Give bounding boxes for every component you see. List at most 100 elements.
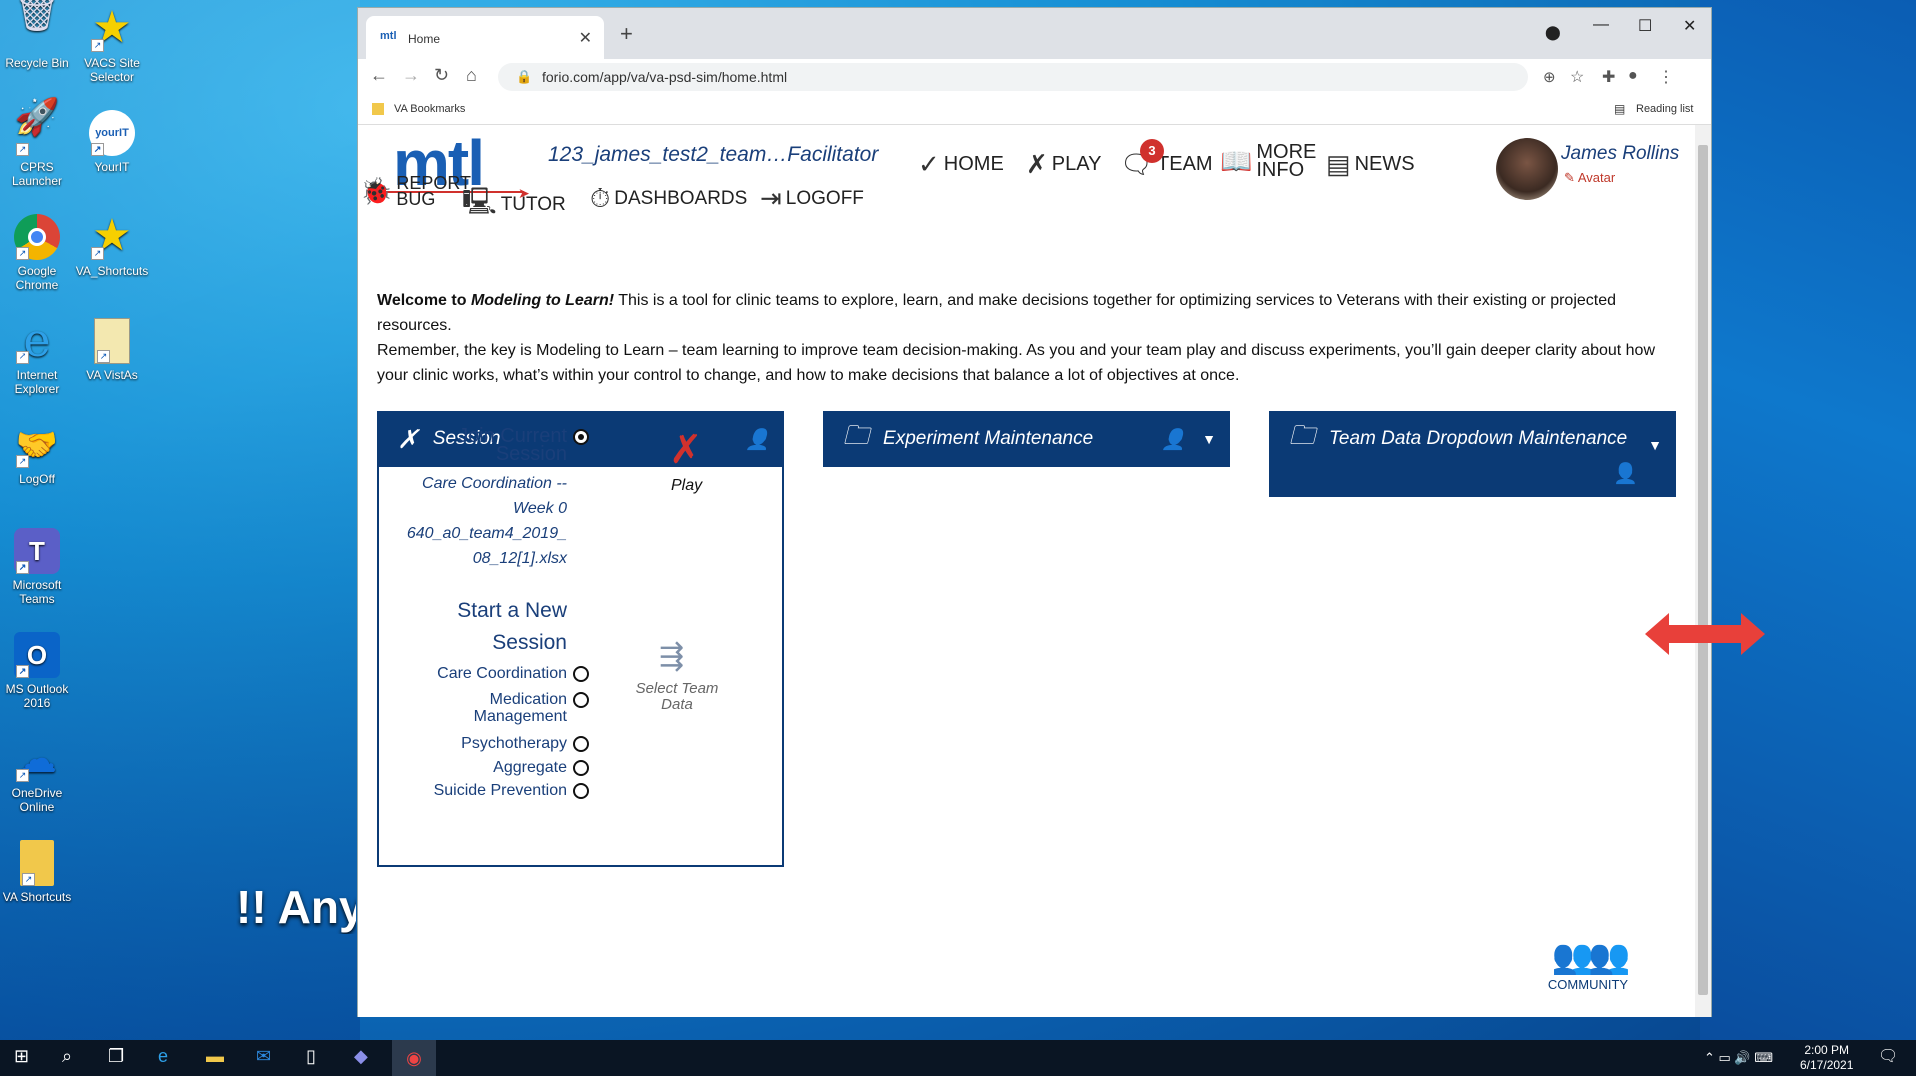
- nav-report-bug[interactable]: 🐞 REPORT BUG: [360, 174, 471, 208]
- recycle-bin-shortcut[interactable]: 🗑 Recycle Bin: [0, 0, 74, 70]
- forward-icon[interactable]: →: [402, 65, 420, 86]
- start-windows-icon[interactable]: ⊞: [14, 1046, 29, 1067]
- nav-play[interactable]: ✗ PLAY: [1026, 149, 1101, 180]
- onedrive-shortcut[interactable]: ☁ ↗ OneDrive Online: [0, 736, 74, 814]
- folder-icon: [372, 103, 384, 115]
- file-explorer-icon[interactable]: ▬: [206, 1046, 224, 1067]
- close-tab-icon[interactable]: ✕: [579, 28, 592, 48]
- psychotherapy-radio[interactable]: [573, 736, 589, 752]
- va-shortcuts-star-shortcut[interactable]: ★ ↗ VA_Shortcuts: [75, 211, 149, 279]
- dashboard-gauge-icon: ⏱: [590, 183, 611, 213]
- star-icon: ★ ↗: [91, 3, 132, 52]
- reload-icon[interactable]: ↻: [434, 65, 449, 86]
- internet-explorer-shortcut[interactable]: e ↗ Internet Explorer: [0, 317, 74, 396]
- community-button[interactable]: 👥👥 COMMUNITY: [1538, 937, 1638, 992]
- join-session-radio[interactable]: [573, 429, 589, 445]
- outlook-taskbar-icon[interactable]: ✉: [256, 1046, 271, 1067]
- url-field[interactable]: 🔒 forio.com/app/va/va-psd-sim/home.html: [498, 63, 1528, 91]
- new-tab-button[interactable]: +: [620, 21, 633, 47]
- home-icon[interactable]: ⌂: [466, 65, 477, 86]
- user-admin-icon[interactable]: 👤: [1613, 461, 1638, 486]
- tab-favicon: mtl: [380, 30, 397, 42]
- team-notification-badge: 3: [1140, 139, 1164, 163]
- chevron-down-icon[interactable]: ▼: [1648, 437, 1662, 453]
- handshake-icon: 🤝 ↗: [15, 426, 59, 468]
- select-team-data-button[interactable]: Select Team Data: [629, 681, 725, 713]
- nav-team[interactable]: 🗨 TEAM: [1120, 149, 1213, 180]
- team-data-dropdown-panel[interactable]: 🗀 Team Data Dropdown Maintenance ▼ 👤: [1269, 411, 1676, 497]
- tab-search-icon[interactable]: ⬤: [1545, 24, 1561, 41]
- avatar-link[interactable]: ✎ Avatar: [1564, 170, 1615, 186]
- extensions-icon[interactable]: ✚: [1602, 67, 1615, 87]
- logoff-shortcut[interactable]: 🤝 ↗ LogOff: [0, 422, 74, 486]
- document-icon[interactable]: ▯: [306, 1046, 316, 1067]
- ms-outlook-shortcut[interactable]: O ↗ MS Outlook 2016: [0, 632, 74, 710]
- tutor-icon: 🖳: [462, 186, 497, 216]
- va-shortcuts-folder-shortcut[interactable]: ↗ VA Shortcuts: [0, 840, 74, 904]
- option-care-coordination: Care Coordination: [437, 665, 567, 682]
- nav-logoff[interactable]: ⇥ LOGOFF: [760, 183, 864, 214]
- cprs-launcher-shortcut[interactable]: 🚀 ↗ CPRS Launcher: [0, 99, 74, 189]
- minimize-button[interactable]: —: [1593, 16, 1609, 34]
- bug-icon: 🐞: [360, 176, 393, 206]
- page-scrollbar[interactable]: [1695, 125, 1711, 1017]
- teams-taskbar-icon[interactable]: ◆: [354, 1046, 368, 1067]
- aggregate-radio[interactable]: [573, 760, 589, 776]
- nav-more-info[interactable]: 📖 MORE INFO: [1220, 142, 1316, 180]
- maximize-button[interactable]: ☐: [1638, 16, 1652, 36]
- option-psychotherapy: Psychotherapy: [461, 735, 567, 752]
- play-figure-icon[interactable]: ✗: [669, 427, 703, 473]
- yourit-shortcut[interactable]: yourIT ↗ YourIT: [75, 110, 149, 174]
- reading-list-icon: ▤: [1614, 102, 1626, 116]
- option-medication-management: Medication Management: [473, 691, 567, 725]
- tray-icons[interactable]: ⌃ ▭ 🔊 ⌨: [1704, 1050, 1773, 1066]
- nav-home[interactable]: ✓ HOME: [918, 149, 1004, 180]
- suicide-prevention-radio[interactable]: [573, 783, 589, 799]
- play-button[interactable]: Play: [671, 477, 702, 495]
- menu-kebab-icon[interactable]: ⋮: [1658, 67, 1674, 87]
- select-data-icon[interactable]: ⇶: [659, 639, 684, 674]
- vacs-site-selector-shortcut[interactable]: ★ ↗ VACS Site Selector: [75, 3, 149, 85]
- va-vistas-shortcut[interactable]: ↗ VA VistAs: [75, 318, 149, 382]
- welcome-text: Welcome to Modeling to Learn! This is a …: [377, 292, 1655, 384]
- notifications-icon[interactable]: 🗨: [1878, 1046, 1898, 1066]
- chrome-icon: ↗: [14, 214, 60, 260]
- option-aggregate: Aggregate: [493, 759, 567, 776]
- check-icon: ✓: [918, 149, 940, 179]
- google-chrome-shortcut[interactable]: ↗ Google Chrome: [0, 214, 74, 292]
- option-suicide-prevention: Suicide Prevention: [433, 782, 567, 799]
- tab-home[interactable]: mtl Home ✕: [366, 16, 604, 59]
- user-admin-icon[interactable]: 👤: [1161, 427, 1186, 452]
- lock-icon: 🔒: [516, 69, 533, 84]
- nav-news[interactable]: ▤ NEWS: [1326, 149, 1415, 180]
- nav-tutor[interactable]: 🖳 TUTOR: [462, 183, 566, 227]
- folder-icon: ↗: [20, 840, 54, 886]
- back-icon[interactable]: ←: [370, 65, 388, 86]
- avatar[interactable]: [1496, 138, 1558, 200]
- zoom-icon[interactable]: ⊕: [1543, 68, 1556, 86]
- bookmark-va[interactable]: VA Bookmarks: [394, 103, 465, 115]
- task-view-icon[interactable]: ❐: [108, 1046, 124, 1067]
- logout-icon: ⇥: [760, 183, 782, 213]
- chrome-taskbar-icon[interactable]: ◉: [392, 1040, 436, 1076]
- bookmark-star-icon[interactable]: ☆: [1570, 67, 1584, 87]
- profile-icon[interactable]: ●: [1628, 67, 1638, 85]
- current-session-info: Care Coordination -- Week 0 640_a0_team4_2…: [406, 475, 567, 567]
- nav-dashboards[interactable]: ⏱ DASHBOARDS: [590, 183, 747, 215]
- star-icon: ★ ↗: [91, 211, 132, 260]
- care-coordination-radio[interactable]: [573, 666, 589, 682]
- taskbar: ⊞ ⌕ ❐ e ▬ ✉ ▯ ◆ ◉ ⌃ ▭ 🔊 ⌨ 2:00 PM 6/17/20…: [0, 1040, 1916, 1076]
- scrollbar-thumb[interactable]: [1698, 145, 1708, 995]
- medication-management-radio[interactable]: [573, 692, 589, 708]
- folder-cloud-icon: 🗀: [1289, 420, 1316, 450]
- internet-explorer-taskbar-icon[interactable]: e: [158, 1046, 168, 1067]
- microsoft-teams-shortcut[interactable]: T ↗ Microsoft Teams: [0, 528, 74, 606]
- experiment-maintenance-panel[interactable]: 🗀 Experiment Maintenance 👤 ▼: [823, 411, 1230, 467]
- play-figure-icon: ✗: [1026, 149, 1048, 179]
- search-icon[interactable]: ⌕: [62, 1046, 72, 1067]
- reading-list-button[interactable]: Reading list: [1636, 103, 1693, 115]
- close-window-button[interactable]: ✕: [1683, 16, 1696, 36]
- chevron-down-icon[interactable]: ▼: [1202, 431, 1216, 447]
- tab-strip: mtl Home ✕ + ⬤ — ☐ ✕: [358, 8, 1711, 59]
- clock[interactable]: 2:00 PM 6/17/2021: [1800, 1043, 1853, 1073]
